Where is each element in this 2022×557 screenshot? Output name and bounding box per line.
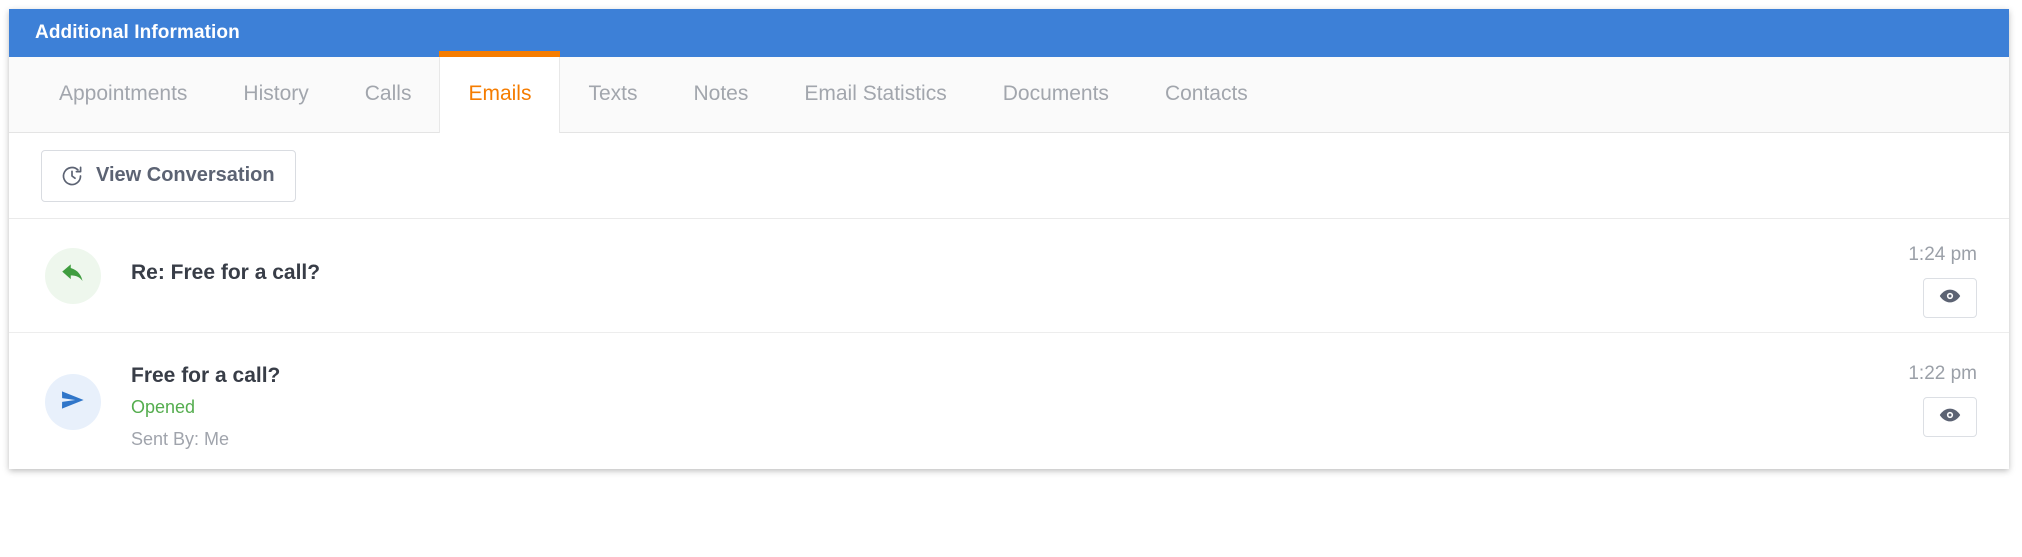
tab-label: Contacts <box>1164 82 1248 105</box>
send-paper-plane-icon <box>58 385 88 420</box>
tab-label: Email Statistics <box>804 82 947 105</box>
email-content: Free for a call? Opened Sent By: Me <box>101 333 1799 450</box>
tab-label: Notes <box>693 82 749 105</box>
view-email-button[interactable] <box>1923 397 1977 437</box>
reply-arrow-icon <box>58 259 88 294</box>
additional-information-panel: Additional Information Appointments Hist… <box>9 9 2009 469</box>
tab-email-statistics[interactable]: Email Statistics <box>776 56 974 132</box>
toolbar: View Conversation <box>9 133 2009 219</box>
avatar <box>45 374 101 430</box>
email-timestamp: 1:22 pm <box>1908 363 1977 384</box>
tab-label: History <box>243 82 309 105</box>
view-conversation-label: View Conversation <box>96 164 275 186</box>
avatar <box>45 248 101 304</box>
eye-icon <box>1938 403 1962 432</box>
page-title: Additional Information <box>35 22 240 43</box>
email-meta: 1:24 pm <box>1799 219 2009 318</box>
email-list-item[interactable]: Re: Free for a call? 1:24 pm <box>9 219 2009 333</box>
tab-label: Documents <box>1002 82 1109 105</box>
view-email-button[interactable] <box>1923 278 1977 318</box>
panel-header: Additional Information <box>9 9 2009 57</box>
tab-history[interactable]: History <box>215 56 336 132</box>
tab-bar: Appointments History Calls Emails Texts … <box>9 51 2009 133</box>
email-subject: Free for a call? <box>131 364 281 387</box>
tab-label: Emails <box>468 82 532 105</box>
tab-label: Calls <box>364 82 412 105</box>
email-meta: 1:22 pm <box>1799 333 2009 437</box>
email-list: Re: Free for a call? 1:24 pm Free for a … <box>9 219 2009 469</box>
email-timestamp: 1:24 pm <box>1908 244 1977 265</box>
tab-label: Appointments <box>59 82 188 105</box>
status-badge: Opened <box>131 397 196 418</box>
tab-texts[interactable]: Texts <box>560 56 665 132</box>
email-content: Re: Free for a call? <box>101 219 1799 284</box>
tab-calls[interactable]: Calls <box>337 56 440 132</box>
tab-documents[interactable]: Documents <box>975 56 1137 132</box>
clock-history-icon <box>60 164 84 188</box>
tab-emails[interactable]: Emails <box>439 51 561 133</box>
tab-label: Texts <box>588 82 638 105</box>
eye-icon <box>1938 284 1962 313</box>
view-conversation-button[interactable]: View Conversation <box>41 149 296 202</box>
email-sent-by: Sent By: Me <box>131 428 230 449</box>
email-list-item[interactable]: Free for a call? Opened Sent By: Me 1:22… <box>9 333 2009 469</box>
tab-notes[interactable]: Notes <box>665 56 776 132</box>
tab-appointments[interactable]: Appointments <box>31 56 215 132</box>
tab-contacts[interactable]: Contacts <box>1137 56 1276 132</box>
email-subject: Re: Free for a call? <box>131 261 321 284</box>
